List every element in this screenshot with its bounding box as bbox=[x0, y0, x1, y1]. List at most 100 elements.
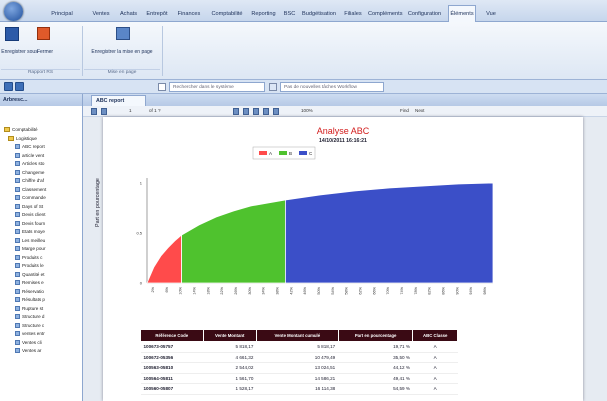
tree-item[interactable]: Quantité et bbox=[15, 271, 44, 279]
report-icon bbox=[15, 203, 20, 209]
ribbon-tab-3[interactable]: Entrepôt bbox=[144, 7, 170, 22]
tree-item[interactable]: Days of St bbox=[15, 203, 43, 211]
ribbon-tab-8[interactable]: Budgétisation bbox=[300, 7, 338, 22]
print-icon[interactable] bbox=[91, 108, 97, 115]
ribbon-tab-9[interactable]: Filiales bbox=[340, 7, 366, 22]
page-number-input[interactable]: 1 bbox=[129, 108, 132, 113]
report-viewer: 1 of 1 ? 100% Find Next Analyse ABC 14/1… bbox=[83, 106, 607, 401]
x-tick-label: 98% bbox=[483, 286, 487, 294]
table-row: 100564-05811 1 561,70 14 586,21 49,41 % A bbox=[140, 373, 458, 384]
table-header: Part en pourcentage bbox=[337, 329, 414, 342]
report-icon bbox=[15, 314, 20, 320]
tree-item-label: ABC report bbox=[22, 144, 45, 149]
tree-item[interactable]: Marge pour bbox=[15, 245, 46, 253]
back-icon[interactable] bbox=[4, 82, 13, 91]
save-layout-button[interactable]: Enregistrer la mise en page bbox=[84, 49, 160, 55]
tree-item[interactable]: Ventes ar bbox=[15, 347, 41, 355]
ribbon-tab-6[interactable]: Reporting bbox=[248, 7, 279, 22]
tree-item[interactable]: Changeme bbox=[15, 169, 44, 177]
application-menu-button[interactable] bbox=[4, 2, 23, 21]
tree-folder[interactable]: Comptabilité bbox=[4, 126, 38, 134]
zoom-select[interactable]: 100% bbox=[301, 108, 313, 113]
tree-item[interactable]: Produits le bbox=[15, 262, 44, 270]
tree-item[interactable]: Devis fourn bbox=[15, 220, 45, 228]
x-tick-label: 62% bbox=[359, 286, 363, 294]
ribbon-tab-5[interactable]: Comptabilité bbox=[208, 7, 246, 22]
table-cell: 100672-05356 bbox=[140, 352, 204, 363]
ribbon-tab-1[interactable]: Ventes bbox=[89, 7, 113, 22]
ribbon-tab-2[interactable]: Achats bbox=[115, 7, 142, 22]
ribbon-tab-7[interactable]: BSC bbox=[281, 7, 298, 22]
tree-item[interactable]: Articles sto bbox=[15, 160, 44, 168]
table-header: Vente Montant bbox=[202, 329, 257, 342]
find-link[interactable]: Find bbox=[400, 108, 409, 113]
tab-abc-report[interactable]: ABC report bbox=[91, 95, 146, 106]
x-tick-label: 78% bbox=[414, 286, 418, 294]
x-tick-label: 70% bbox=[386, 286, 390, 294]
ribbon-tab-13[interactable]: Vue bbox=[478, 7, 504, 22]
save-report-icon[interactable] bbox=[273, 108, 279, 115]
table-row: 100560-05807 1 528,17 16 114,38 54,59 % A bbox=[140, 383, 458, 395]
group-separator bbox=[82, 26, 83, 76]
ribbon-tab-4[interactable]: Finances bbox=[172, 7, 206, 22]
tree-panel-header[interactable]: Arbresc... bbox=[0, 94, 83, 106]
refresh-icon[interactable] bbox=[243, 108, 249, 115]
table-cell: 44,12 % bbox=[338, 362, 413, 374]
tree-item[interactable]: Etats moye bbox=[15, 228, 45, 236]
layout-view-icon[interactable] bbox=[253, 108, 259, 115]
x-tick-label: 38% bbox=[275, 286, 279, 294]
tree-item[interactable]: Rupture st bbox=[15, 305, 43, 313]
ribbon-tab-12[interactable]: Éléments bbox=[448, 5, 476, 22]
tree-item-label: Résultats p bbox=[22, 297, 45, 302]
tree-item[interactable]: Structure c bbox=[15, 322, 44, 330]
layout-icon[interactable] bbox=[116, 27, 130, 40]
tree-item[interactable]: Structure d bbox=[15, 313, 44, 321]
tree-item[interactable]: ventes entr bbox=[15, 330, 45, 338]
save-icon[interactable] bbox=[5, 27, 19, 41]
tree-item-label: Chiffre d'af bbox=[22, 178, 44, 183]
tree-item[interactable]: article vent bbox=[15, 152, 44, 160]
tree-item[interactable]: Les meilleu bbox=[15, 237, 45, 245]
tree-item[interactable]: ABC report bbox=[15, 143, 45, 151]
abc-table: Référence Code Vente Montant Vente Montant… bbox=[140, 329, 458, 395]
table-cell: 1 528,17 bbox=[203, 383, 257, 395]
tree-item-label: Commande bbox=[22, 195, 46, 200]
system-search-input[interactable]: Rechercher dans le système bbox=[169, 82, 265, 92]
table-cell: 19,71 % bbox=[338, 341, 413, 353]
tree-item[interactable]: Produits c bbox=[15, 254, 42, 262]
x-tick-label: 82% bbox=[428, 286, 432, 294]
close-button[interactable]: Fermer bbox=[33, 49, 57, 55]
next-link[interactable]: Next bbox=[415, 108, 424, 113]
export-icon[interactable] bbox=[233, 108, 239, 115]
close-icon[interactable] bbox=[37, 27, 50, 40]
first-page-icon[interactable] bbox=[101, 108, 107, 115]
tree-item[interactable]: Résultats p bbox=[15, 296, 45, 304]
tree-item[interactable]: Classement bbox=[15, 186, 46, 194]
page-setup-icon[interactable] bbox=[263, 108, 269, 115]
ribbon-tab-0[interactable]: Principal bbox=[37, 7, 87, 22]
forward-icon[interactable] bbox=[15, 82, 24, 91]
report-icon bbox=[15, 169, 20, 175]
ribbon-tab-10[interactable]: Compléments bbox=[368, 7, 403, 22]
report-icon bbox=[15, 331, 20, 337]
report-icon bbox=[15, 246, 20, 252]
tree-item[interactable]: Ventes cli bbox=[15, 339, 42, 347]
report-toolbar: 1 of 1 ? 100% Find Next bbox=[83, 106, 607, 117]
table-cell: 5 818,17 bbox=[256, 341, 339, 353]
x-tick-label: 26% bbox=[234, 286, 238, 294]
tree-item[interactable]: Commande bbox=[15, 194, 46, 202]
x-tick-label: 6% bbox=[165, 286, 169, 292]
workflow-tasks-field[interactable]: Pas de nouvelles tâches Workflow bbox=[280, 82, 384, 92]
tree-item-label: article vent bbox=[22, 152, 45, 158]
tree-item[interactable]: Réservatio bbox=[15, 288, 44, 296]
tree-item[interactable]: Remises e bbox=[15, 279, 44, 287]
tree-folder[interactable]: Logistique bbox=[8, 135, 37, 143]
tree-item-label: Ventes cli bbox=[22, 339, 42, 345]
tree-item[interactable]: Devis client bbox=[15, 211, 46, 219]
ribbon-tab-11[interactable]: Configuration bbox=[403, 7, 446, 22]
abc-chart: A B C 1 0.5 0 2% 6% 10% 14% 18% 22% 26% 30% 34% 38% 42% 4… bbox=[136, 146, 494, 295]
window-icon bbox=[158, 83, 166, 91]
tree-item[interactable]: Chiffre d'af bbox=[15, 177, 44, 185]
area-series-A bbox=[146, 234, 182, 284]
tree-item-label: Ventes ar bbox=[22, 348, 42, 353]
